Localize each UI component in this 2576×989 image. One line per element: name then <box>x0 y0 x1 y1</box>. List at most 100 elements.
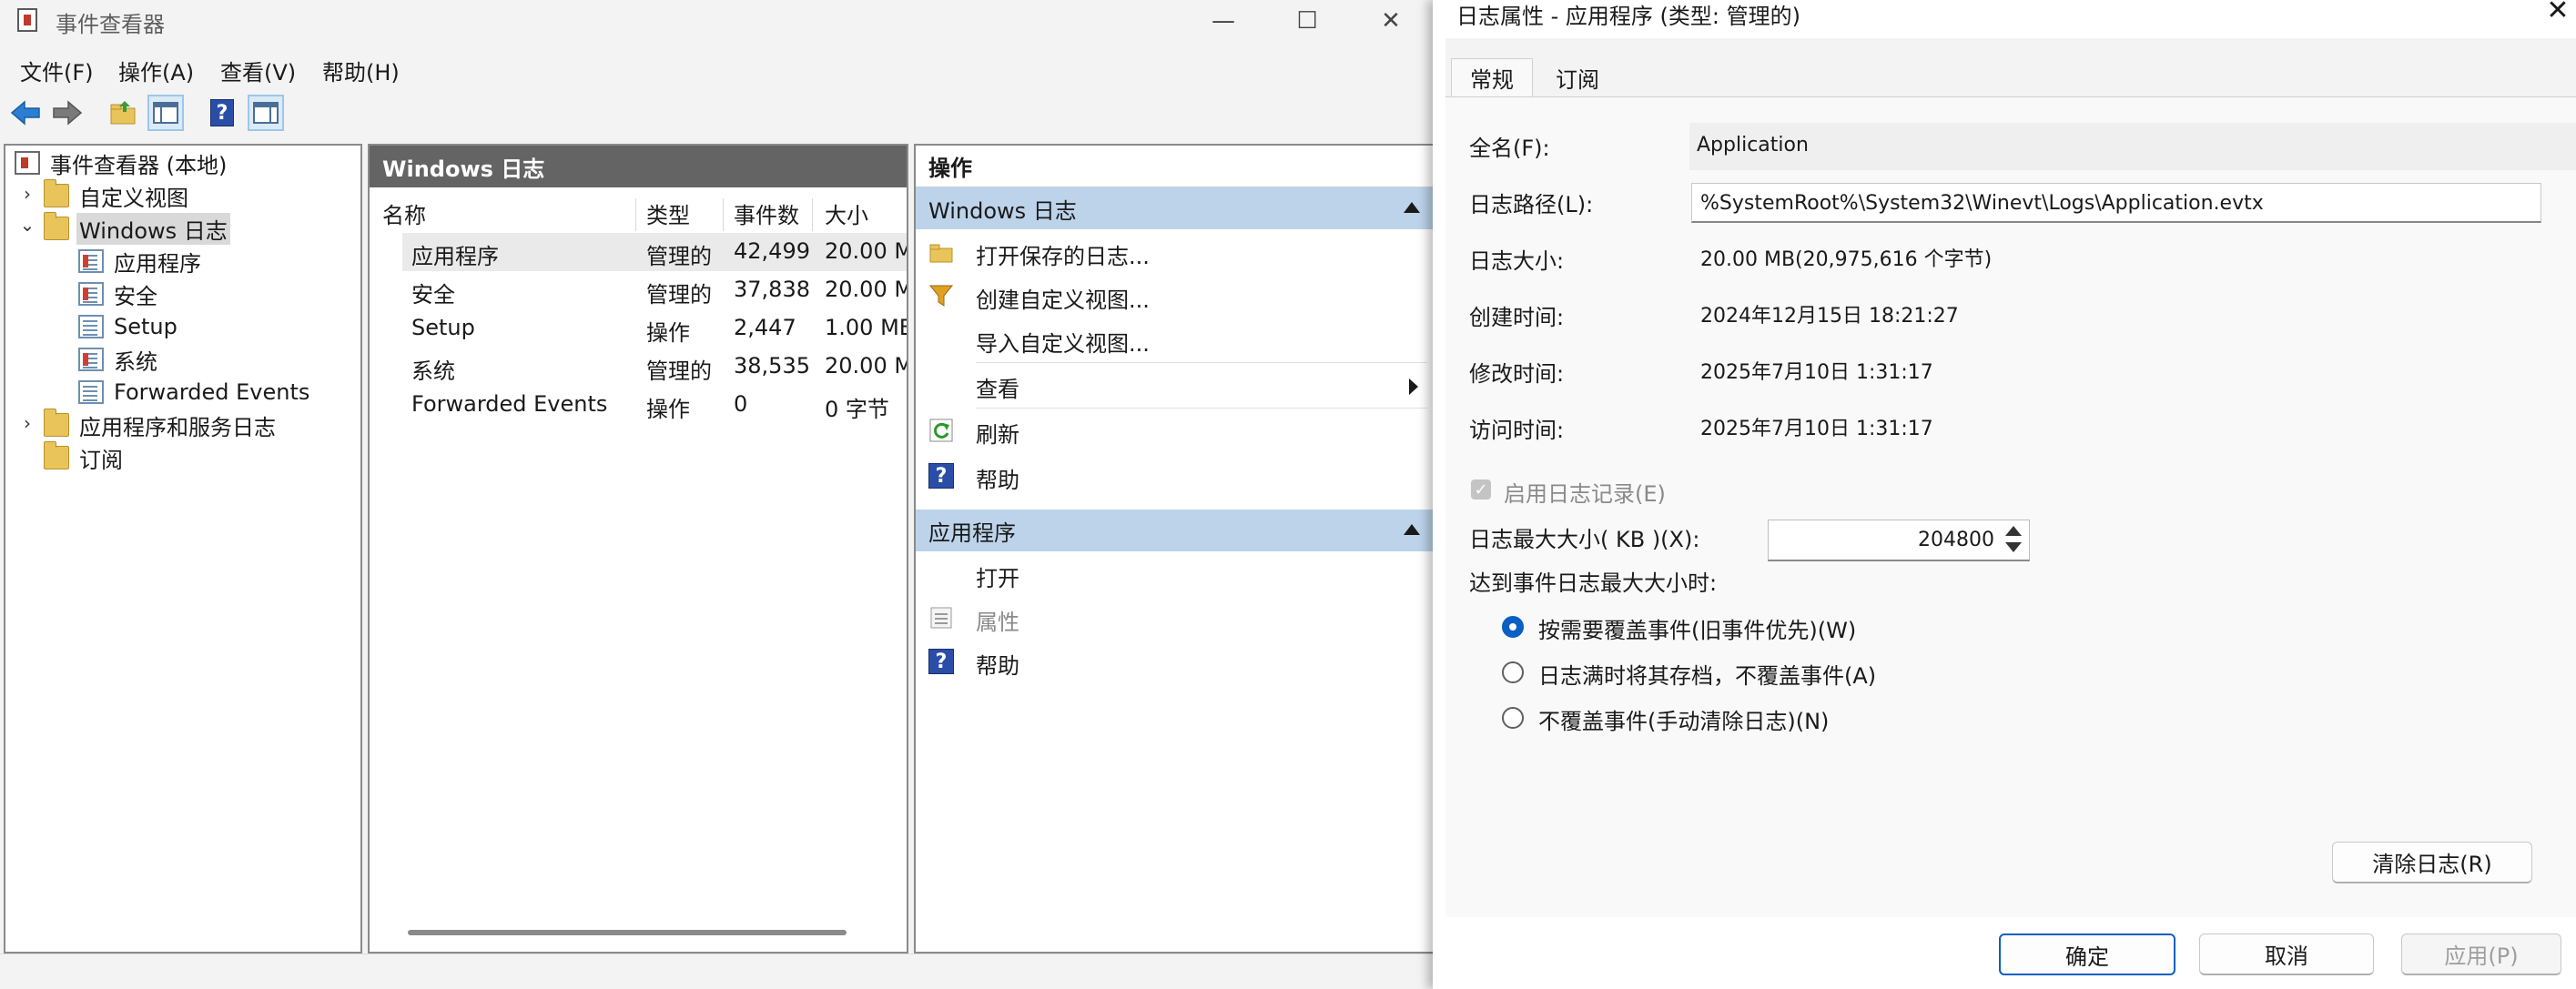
chevron-down-icon[interactable]: ⌄ <box>18 214 36 236</box>
cancel-button[interactable]: 取消 <box>2199 933 2374 975</box>
chevron-right-icon[interactable]: › <box>18 183 36 205</box>
menu-action[interactable]: 操作(A) <box>118 55 194 86</box>
open-folder-icon <box>929 244 953 263</box>
accessed-label: 访问时间: <box>1469 418 1565 443</box>
column-header-name[interactable]: 名称 <box>382 193 426 233</box>
table-row[interactable]: Setup 操作 2,447 1.00 MB <box>402 309 907 348</box>
tree-item-system[interactable]: 系统 <box>78 344 160 375</box>
action-help-application[interactable]: ? 帮助 <box>916 641 1433 682</box>
column-divider[interactable] <box>723 198 724 231</box>
dialog-close-button[interactable]: ✕ <box>2540 0 2576 26</box>
pane-header: Windows 日志 <box>370 146 907 187</box>
max-size-spinbox[interactable]: 204800 <box>1768 520 2030 561</box>
spin-down-icon[interactable] <box>2005 542 2022 552</box>
spin-up-icon[interactable] <box>2005 526 2022 536</box>
full-name-label: 全名(F): <box>1469 136 1550 161</box>
action-open-saved-log[interactable]: 打开保存的日志... <box>916 231 1433 273</box>
enable-logging-checkbox[interactable]: ✓ <box>1471 479 1491 500</box>
tree-item-forwarded-events[interactable]: Forwarded Events <box>78 377 312 408</box>
action-refresh[interactable]: 刷新 <box>916 409 1433 451</box>
show-hide-actions-icon[interactable] <box>248 95 284 131</box>
ok-button[interactable]: 确定 <box>1999 933 2175 975</box>
forward-icon[interactable] <box>49 95 86 131</box>
menu-view[interactable]: 查看(V) <box>220 55 296 86</box>
back-icon[interactable] <box>7 95 44 131</box>
chevron-right-icon[interactable]: › <box>18 412 36 434</box>
column-divider[interactable] <box>812 198 813 231</box>
close-button[interactable]: ✕ <box>1349 0 1433 42</box>
open-folder-icon[interactable] <box>106 95 142 131</box>
overwrite-as-needed-label: 按需要覆盖事件(旧事件优先)(W) <box>1538 618 1857 643</box>
column-header-size[interactable]: 大小 <box>825 193 868 233</box>
action-import-custom-view[interactable]: 导入自定义视图... <box>916 318 1433 360</box>
clear-log-button[interactable]: 清除日志(R) <box>2332 842 2532 883</box>
tree-item-subscriptions[interactable]: 订阅 <box>44 441 126 473</box>
apply-button[interactable]: 应用(P) <box>2401 933 2561 975</box>
event-viewer-window: 事件查看器 — ☐ ✕ 文件(F) 操作(A) 查看(V) 帮助(H) ? 事件… <box>0 0 1433 989</box>
log-icon <box>78 380 104 404</box>
action-create-custom-view[interactable]: 创建自定义视图... <box>916 275 1433 317</box>
accessed-value: 2025年7月10日 1:31:17 <box>1700 418 1933 440</box>
table-row[interactable]: 安全 管理的 37,838 20.00 M <box>402 271 907 309</box>
log-size-value: 20.00 MB(20,975,616 个字节) <box>1700 248 1993 271</box>
modified-label: 修改时间: <box>1469 361 1565 387</box>
dialog-body: 常规 订阅 全名(F): Application 日志路径(L): %Syste… <box>1445 38 2576 917</box>
tab-subscriptions[interactable]: 订阅 <box>1536 58 1618 96</box>
archive-when-full-radio[interactable] <box>1502 661 1524 683</box>
tree-item-custom-views[interactable]: 自定义视图 <box>44 179 191 211</box>
log-properties-dialog: 日志属性 - 应用程序 (类型: 管理的) ✕ 常规 订阅 全名(F): App… <box>1433 0 2576 989</box>
action-open[interactable]: 打开 <box>916 553 1433 595</box>
full-name-value: Application <box>1697 134 1809 156</box>
help-icon: ? <box>928 649 954 674</box>
tree-item-security[interactable]: 安全 <box>78 278 160 309</box>
table-row[interactable]: 系统 管理的 38,535 20.00 M <box>402 348 907 386</box>
folder-icon <box>44 212 69 240</box>
collapse-icon[interactable] <box>1404 524 1420 535</box>
collapse-icon[interactable] <box>1404 202 1420 213</box>
column-header-count[interactable]: 事件数 <box>734 193 799 233</box>
refresh-icon <box>929 419 953 442</box>
maximize-button[interactable]: ☐ <box>1265 0 1349 42</box>
actions-section-windows-logs[interactable]: Windows 日志 <box>916 187 1433 229</box>
help-icon[interactable]: ? <box>204 95 240 131</box>
title-bar: 事件查看器 — ☐ ✕ <box>0 0 1433 42</box>
created-label: 创建时间: <box>1469 305 1565 330</box>
general-tab-panel: 全名(F): Application 日志路径(L): %SystemRoot%… <box>1445 96 2576 917</box>
folder-icon <box>44 409 69 437</box>
table-row[interactable]: Forwarded Events 操作 0 0 字节 <box>402 386 907 424</box>
actions-section-application[interactable]: 应用程序 <box>916 510 1433 551</box>
archive-when-full-label: 日志满时将其存档，不覆盖事件(A) <box>1538 663 1877 689</box>
column-header-type[interactable]: 类型 <box>646 193 690 233</box>
do-not-overwrite-radio[interactable] <box>1502 707 1524 729</box>
tree-item-windows-logs[interactable]: Windows 日志 <box>44 212 230 245</box>
action-view[interactable]: 查看 <box>916 364 1433 406</box>
overwrite-as-needed-radio[interactable] <box>1502 616 1524 638</box>
show-hide-tree-icon[interactable] <box>147 95 184 131</box>
actions-title: 操作 <box>916 146 1433 187</box>
tree-item-application[interactable]: 应用程序 <box>78 246 204 277</box>
status-bar <box>0 954 1433 989</box>
log-icon <box>78 249 104 273</box>
navigation-tree: 事件查看器 (本地) › 自定义视图 ⌄ Windows 日志 应用程序 安全 … <box>4 144 362 954</box>
dialog-title: 日志属性 - 应用程序 (类型: 管理的) <box>1456 4 1800 29</box>
action-properties[interactable]: 属性 <box>916 597 1433 639</box>
menu-file[interactable]: 文件(F) <box>20 55 94 86</box>
enable-logging-label: 启用日志记录(E) <box>1504 481 1666 507</box>
max-size-value: 204800 <box>1918 529 1994 551</box>
column-divider[interactable] <box>635 198 636 231</box>
event-viewer-icon <box>15 151 40 175</box>
tree-item-root[interactable]: 事件查看器 (本地) <box>15 147 229 178</box>
minimize-button[interactable]: — <box>1182 0 1265 42</box>
table-row[interactable]: 应用程序 管理的 42,499 20.00 M <box>402 233 907 271</box>
tab-general[interactable]: 常规 <box>1451 58 1533 96</box>
help-icon: ? <box>928 463 954 489</box>
action-help[interactable]: ? 帮助 <box>916 455 1433 497</box>
filter-icon <box>928 285 954 307</box>
menu-help[interactable]: 帮助(H) <box>322 55 400 86</box>
log-size-label: 日志大小: <box>1469 248 1565 274</box>
created-value: 2024年12月15日 18:21:27 <box>1700 305 1959 328</box>
tree-item-app-service-logs[interactable]: 应用程序和服务日志 <box>44 409 279 440</box>
tree-item-setup[interactable]: Setup <box>78 311 180 342</box>
horizontal-scrollbar[interactable] <box>408 930 847 935</box>
divider <box>976 408 1427 409</box>
